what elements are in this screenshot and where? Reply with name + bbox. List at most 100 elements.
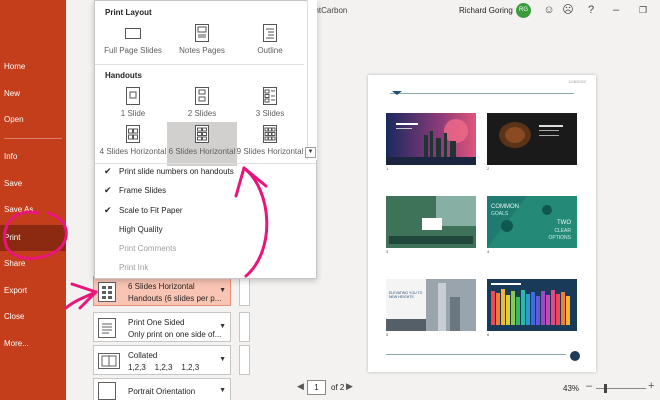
help-icon[interactable]: ?	[584, 3, 598, 17]
page-header-marker	[392, 91, 402, 95]
full-page-slide-icon	[125, 28, 141, 39]
nav-home[interactable]: Home	[0, 56, 66, 78]
slide-number: 6	[487, 332, 490, 337]
slide5-text: ELEVATING YOU TO NEW HEIGHTS	[389, 291, 423, 299]
footer-logo-icon	[570, 351, 580, 361]
layout-full-page-slides[interactable]: Full Page Slides	[98, 21, 168, 65]
two-slides-icon	[195, 87, 209, 105]
six-slides-icon	[195, 125, 209, 143]
chevron-down-icon: ▼	[219, 387, 226, 394]
handout-6-slides-horizontal[interactable]: 6 Slides Horizontal	[167, 122, 237, 166]
six-slides-icon	[98, 282, 116, 302]
checkmark-icon: ✔	[104, 166, 112, 176]
checkmark-icon: ✔	[104, 205, 112, 215]
avatar[interactable]: RG	[516, 3, 531, 18]
slide4-text-goals: GOALS	[491, 211, 509, 217]
nav-divider	[4, 138, 62, 139]
page-date: 12/8/2022	[568, 79, 586, 84]
nav-new[interactable]: New	[0, 83, 66, 105]
restore-window-icon[interactable]: ❐	[636, 3, 650, 17]
portrait-page-icon	[98, 382, 116, 400]
nav-close[interactable]: Close	[0, 306, 66, 328]
nine-slides-icon	[263, 125, 277, 143]
nav-info[interactable]: Info	[0, 146, 66, 168]
zoom-in-icon[interactable]: +	[648, 380, 654, 392]
sides-line2: Only print on one side of...	[128, 330, 222, 339]
handout-4-slides-horizontal[interactable]: 4 Slides Horizontal	[98, 122, 168, 166]
layout-notes-pages[interactable]: Notes Pages	[167, 21, 237, 65]
nav-save-as[interactable]: Save As	[0, 199, 66, 221]
sides-line1: Print One Sided	[128, 318, 185, 327]
nav-more[interactable]: More...	[0, 333, 66, 355]
collation-line1: Collated	[128, 351, 158, 360]
print-layout-setting[interactable]: 6 Slides Horizontal Handouts (6 slides p…	[93, 276, 231, 306]
minimize-icon[interactable]: –	[609, 3, 623, 17]
one-slide-icon	[126, 87, 140, 105]
checkmark-icon: ✔	[104, 185, 112, 195]
slide-thumbnail-1	[386, 113, 476, 165]
three-slides-icon	[263, 87, 277, 105]
slide-thumbnail-6	[487, 279, 577, 331]
nav-save[interactable]: Save	[0, 173, 66, 195]
slide-thumbnail-4: COMMON GOALS TWO CLEAR OPTIONS	[487, 196, 577, 248]
slide-number: 2	[487, 166, 490, 171]
one-sided-page-icon	[98, 318, 116, 338]
slide-thumbnail-3	[386, 196, 476, 248]
print-layout-gallery: Print Layout Full Page Slides Notes Page…	[94, 0, 317, 279]
preview-page: 12/8/2022 1 2 3 COMMON GOALS TWO CLEAR O…	[368, 75, 596, 372]
previous-page-icon[interactable]: ◀	[297, 381, 304, 392]
orientation-line1: Portrait Orientation	[128, 387, 196, 396]
zoom-level[interactable]: 43%	[563, 384, 579, 393]
collated-icon	[98, 353, 120, 369]
slide-number: 1	[386, 166, 389, 171]
collation-line2: 1,2,3 1,2,3 1,2,3	[128, 363, 200, 372]
slide-number: 3	[386, 249, 389, 254]
slide4-text-two: TWO	[557, 220, 571, 226]
gallery-divider	[95, 64, 304, 65]
nav-open[interactable]: Open	[0, 109, 66, 131]
slide4-text-clear: CLEAR	[554, 228, 571, 234]
chevron-down-icon: ▼	[219, 356, 226, 363]
handouts-heading: Handouts	[105, 71, 142, 80]
gallery-scrollbar[interactable]	[307, 0, 317, 160]
handout-9-slides-horizontal[interactable]: 9 Slides Horizontal	[235, 122, 305, 166]
print-sides-setting[interactable]: Print One Sided Only print on one side o…	[93, 312, 231, 342]
orientation-setting[interactable]: Portrait Orientation ▼	[93, 378, 231, 400]
slide-number: 5	[386, 332, 389, 337]
page-count: of 2	[331, 383, 345, 392]
layout-line2: Handouts (6 slides per p...	[128, 294, 222, 303]
outline-icon	[263, 24, 277, 42]
gallery-divider	[95, 163, 316, 164]
print-layout-heading: Print Layout	[105, 8, 152, 17]
zoom-out-icon[interactable]: –	[586, 380, 592, 392]
notes-pages-icon	[195, 24, 209, 42]
nav-print[interactable]: Print	[0, 225, 66, 251]
slide-thumbnail-5: ELEVATING YOU TO NEW HEIGHTS	[386, 279, 476, 331]
current-page-input[interactable]: 1	[307, 380, 326, 395]
backstage-nav: Home New Open Info Save Save As Print Sh…	[0, 0, 66, 400]
user-name[interactable]: Richard Goring	[459, 6, 513, 15]
back-button[interactable]	[0, 0, 66, 28]
nav-share[interactable]: Share	[0, 253, 66, 275]
page-header-rule	[390, 93, 574, 94]
chevron-down-icon: ▼	[219, 287, 226, 294]
gallery-scroll-down-icon[interactable]: ▼	[305, 147, 316, 158]
setting-side-control[interactable]	[239, 276, 250, 306]
chevron-down-icon: ▼	[219, 323, 226, 330]
slide-number: 4	[487, 249, 490, 254]
setting-side-control[interactable]	[239, 345, 250, 375]
setting-side-control[interactable]	[239, 312, 250, 342]
slide-thumbnail-2	[487, 113, 577, 165]
slide4-text-common: COMMON	[491, 204, 519, 210]
zoom-slider-thumb[interactable]	[604, 384, 607, 393]
nav-export[interactable]: Export	[0, 280, 66, 302]
title-bar: ghtCarbon Richard Goring RG ☺ ☹ ? – ❐	[272, 0, 660, 22]
layout-outline[interactable]: Outline	[235, 21, 305, 65]
page-footer-rule	[386, 354, 566, 355]
frown-icon[interactable]: ☹	[561, 3, 575, 17]
layout-line1: 6 Slides Horizontal	[128, 282, 195, 291]
next-page-icon[interactable]: ▶	[346, 381, 353, 392]
smiley-icon[interactable]: ☺	[542, 3, 556, 17]
four-slides-icon	[126, 125, 140, 143]
collation-setting[interactable]: Collated 1,2,3 1,2,3 1,2,3 ▼	[93, 345, 231, 375]
